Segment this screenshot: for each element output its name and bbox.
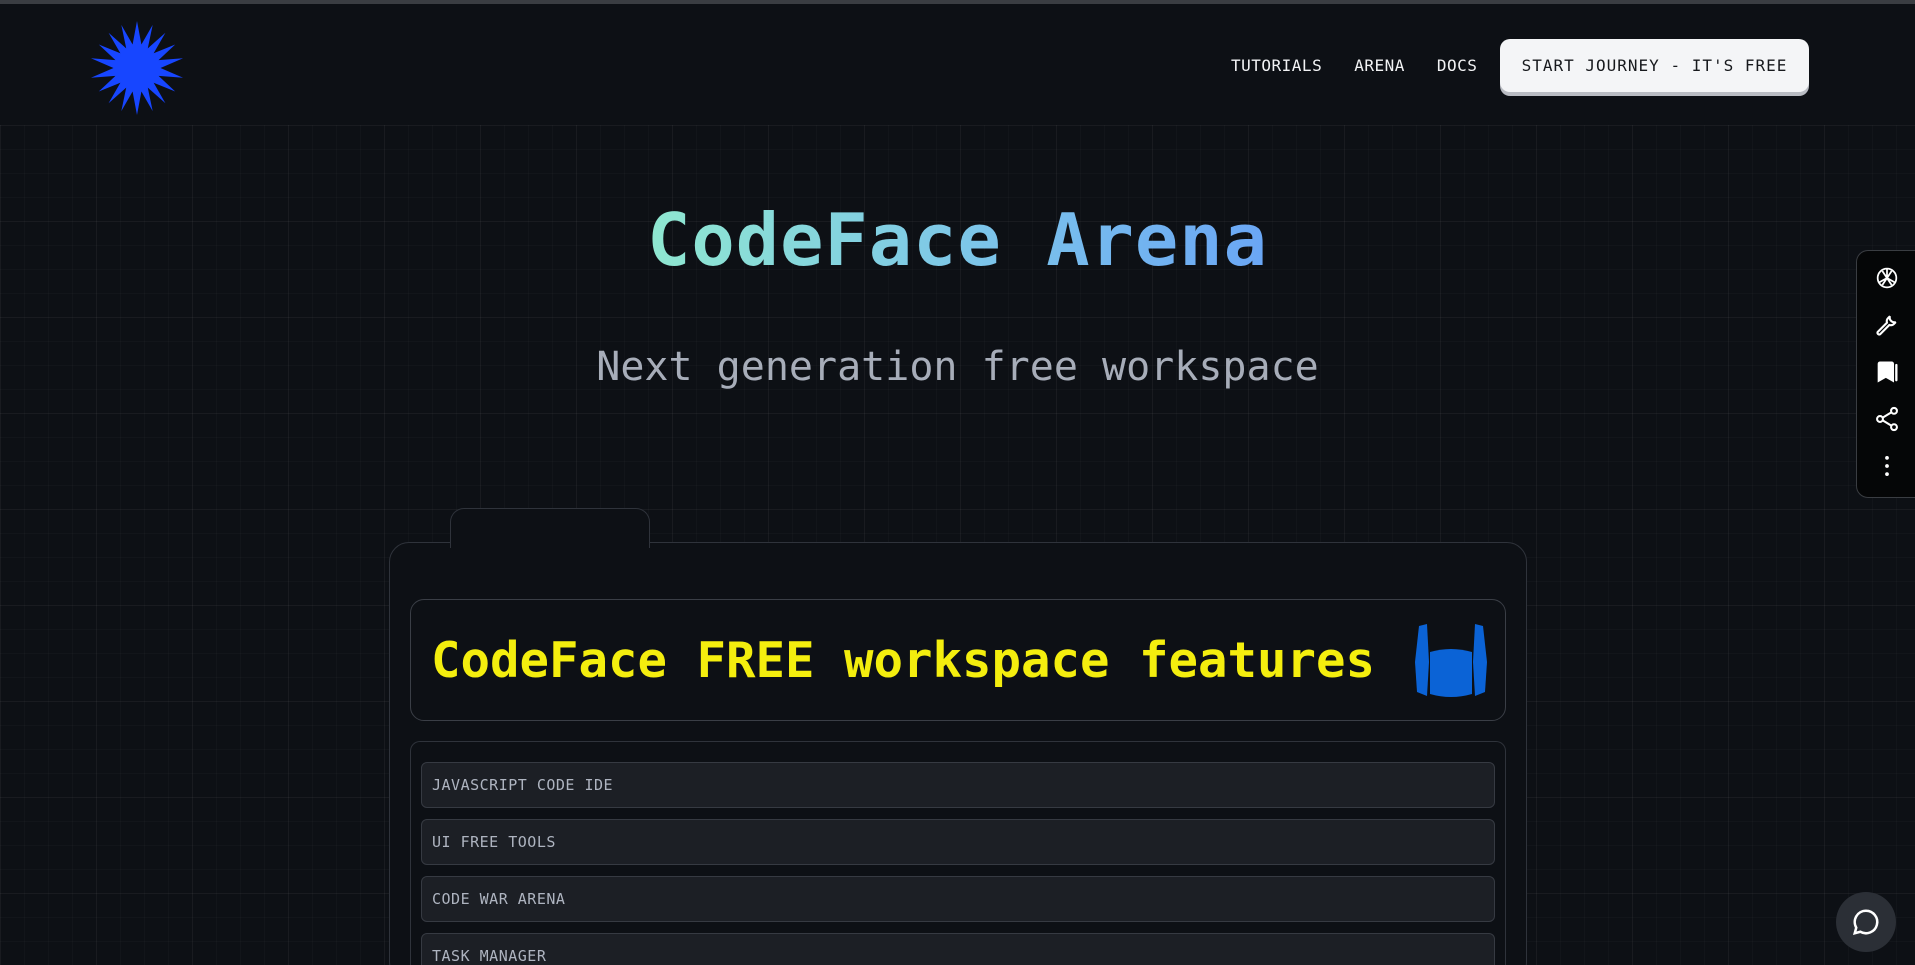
chat-bubble-icon bbox=[1852, 909, 1879, 936]
card-folder-tab bbox=[450, 508, 650, 548]
site-header: TUTORIALS ARENA DOCS START JOURNEY - IT'… bbox=[0, 4, 1915, 124]
side-toolbar bbox=[1856, 250, 1915, 498]
feature-item-code-war-arena[interactable]: CODE WAR ARENA bbox=[421, 876, 1495, 922]
nav-link-tutorials[interactable]: TUTORIALS bbox=[1231, 56, 1322, 75]
hero-title: CodeFace Arena bbox=[647, 198, 1268, 282]
bookmark-icon[interactable] bbox=[1870, 357, 1904, 388]
features-title: CodeFace FREE workspace features bbox=[431, 632, 1376, 689]
start-journey-button[interactable]: START JOURNEY - IT'S FREE bbox=[1500, 39, 1809, 92]
feature-item-javascript-ide[interactable]: JAVASCRIPT CODE IDE bbox=[421, 762, 1495, 808]
features-header: CodeFace FREE workspace features bbox=[410, 599, 1506, 721]
wrench-icon[interactable] bbox=[1870, 310, 1904, 341]
starburst-logo-icon[interactable] bbox=[88, 19, 186, 117]
main-nav: TUTORIALS ARENA DOCS bbox=[1231, 56, 1477, 75]
feature-list: JAVASCRIPT CODE IDE UI FREE TOOLS CODE W… bbox=[410, 741, 1506, 965]
more-vertical-icon[interactable] bbox=[1870, 450, 1904, 481]
chat-button[interactable] bbox=[1836, 892, 1896, 952]
nav-link-docs[interactable]: DOCS bbox=[1437, 56, 1478, 75]
feature-item-ui-tools[interactable]: UI FREE TOOLS bbox=[421, 819, 1495, 865]
features-card: CodeFace FREE workspace features JAVASCR… bbox=[389, 542, 1527, 965]
feature-item-task-manager[interactable]: TASK MANAGER bbox=[421, 933, 1495, 965]
share-icon[interactable] bbox=[1870, 403, 1904, 434]
nav-link-arena[interactable]: ARENA bbox=[1354, 56, 1405, 75]
openai-icon[interactable] bbox=[1870, 263, 1904, 294]
hero-subtitle: Next generation free workspace bbox=[596, 344, 1319, 390]
box-icon bbox=[1415, 624, 1487, 697]
